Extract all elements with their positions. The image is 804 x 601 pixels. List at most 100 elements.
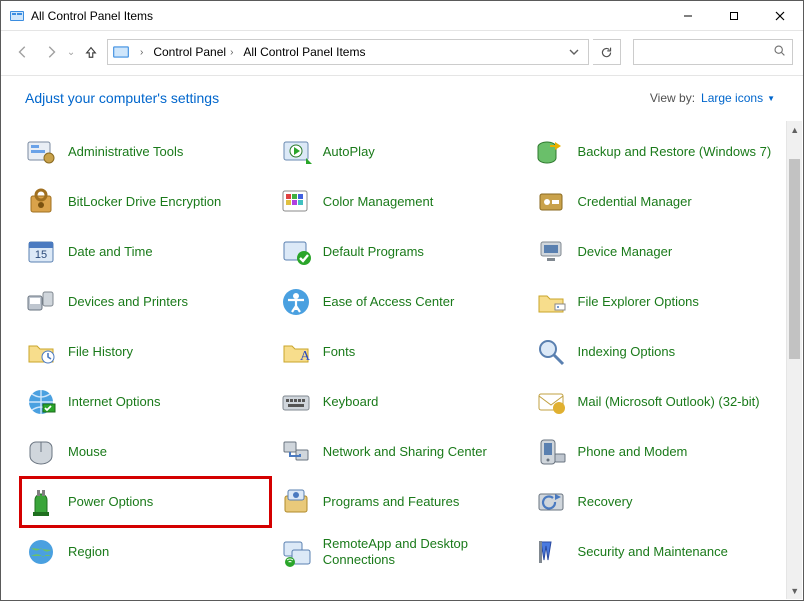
cp-item-file-history[interactable]: File History <box>20 327 271 377</box>
vertical-scrollbar[interactable]: ▲ ▼ <box>786 121 802 599</box>
ease-icon <box>279 285 313 319</box>
bitlocker-icon <box>24 185 58 219</box>
cp-item-default-programs[interactable]: Default Programs <box>275 227 526 277</box>
scroll-up-button[interactable]: ▲ <box>787 121 802 138</box>
network-icon <box>279 435 313 469</box>
header-strip: Adjust your computer's settings View by:… <box>1 76 803 114</box>
viewby-label: View by: <box>650 91 695 105</box>
address-control-panel-icon <box>112 43 130 61</box>
back-button[interactable] <box>11 40 35 64</box>
region-icon <box>24 535 58 569</box>
cp-item-region[interactable]: Region <box>20 527 271 577</box>
scroll-down-button[interactable]: ▼ <box>787 582 802 599</box>
credential-icon <box>534 185 568 219</box>
minimize-button[interactable] <box>665 1 711 31</box>
cp-item-label: Ease of Access Center <box>323 294 455 310</box>
cp-item-label: Color Management <box>323 194 434 210</box>
breadcrumb-sep-0[interactable]: › <box>132 40 147 64</box>
cp-item-file-explorer-options[interactable]: File Explorer Options <box>530 277 781 327</box>
cp-item-label: BitLocker Drive Encryption <box>68 194 221 210</box>
titlebar: All Control Panel Items <box>1 1 803 31</box>
cp-item-credential-manager[interactable]: Credential Manager <box>530 177 781 227</box>
cp-item-label: Keyboard <box>323 394 379 410</box>
up-button[interactable] <box>79 40 103 64</box>
recovery-icon <box>534 485 568 519</box>
backup-icon <box>534 135 568 169</box>
cp-item-label: Security and Maintenance <box>578 544 728 560</box>
cp-item-keyboard[interactable]: Keyboard <box>275 377 526 427</box>
cp-item-recovery[interactable]: Recovery <box>530 477 781 527</box>
phone-icon <box>534 435 568 469</box>
internet-icon <box>24 385 58 419</box>
viewby-value-text: Large icons <box>701 91 763 105</box>
cp-item-fonts[interactable]: AFonts <box>275 327 526 377</box>
cp-item-label: RemoteApp and Desktop Connections <box>323 536 522 569</box>
cp-item-autoplay[interactable]: AutoPlay <box>275 127 526 177</box>
cp-item-ease-of-access-center[interactable]: Ease of Access Center <box>275 277 526 327</box>
cp-item-label: Mail (Microsoft Outlook) (32-bit) <box>578 394 760 410</box>
cp-item-label: Internet Options <box>68 394 161 410</box>
cp-item-security-and-maintenance[interactable]: Security and Maintenance <box>530 527 781 577</box>
cp-item-label: Mouse <box>68 444 107 460</box>
cp-item-label: Default Programs <box>323 244 424 260</box>
breadcrumb-label: Control Panel <box>153 45 226 59</box>
close-button[interactable] <box>757 1 803 31</box>
recent-locations-dropdown[interactable]: ⌄ <box>67 40 75 64</box>
devices-icon <box>24 285 58 319</box>
scroll-thumb[interactable] <box>789 159 800 359</box>
cp-item-device-manager[interactable]: Device Manager <box>530 227 781 277</box>
cp-item-label: Backup and Restore (Windows 7) <box>578 144 772 160</box>
keyboard-icon <box>279 385 313 419</box>
autoplay-icon <box>279 135 313 169</box>
cp-item-label: Indexing Options <box>578 344 676 360</box>
search-icon <box>773 44 786 60</box>
cp-item-administrative-tools[interactable]: Administrative Tools <box>20 127 271 177</box>
cp-item-mail-microsoft-outlook-32-bit[interactable]: Mail (Microsoft Outlook) (32-bit) <box>530 377 781 427</box>
cp-item-backup-and-restore-windows-7[interactable]: Backup and Restore (Windows 7) <box>530 127 781 177</box>
svg-text:A: A <box>300 349 311 364</box>
fonts-icon: A <box>279 335 313 369</box>
cp-item-devices-and-printers[interactable]: Devices and Printers <box>20 277 271 327</box>
address-bar[interactable]: › Control Panel › All Control Panel Item… <box>107 39 589 65</box>
forward-button[interactable] <box>39 40 63 64</box>
cp-item-indexing-options[interactable]: Indexing Options <box>530 327 781 377</box>
cp-item-bitlocker-drive-encryption[interactable]: BitLocker Drive Encryption <box>20 177 271 227</box>
datetime-icon: 15 <box>24 235 58 269</box>
filehist-icon <box>24 335 58 369</box>
mouse-icon <box>24 435 58 469</box>
cp-item-programs-and-features[interactable]: Programs and Features <box>275 477 526 527</box>
nav-row: ⌄ › Control Panel › All Control Panel It… <box>1 31 803 76</box>
cp-item-power-options[interactable]: Power Options <box>20 477 271 527</box>
cp-item-label: Phone and Modem <box>578 444 688 460</box>
content-area: Administrative Tools AutoPlay Backup and R… <box>2 121 802 599</box>
breadcrumb-control-panel[interactable]: Control Panel › <box>149 40 237 64</box>
maximize-button[interactable] <box>711 1 757 31</box>
folderopt-icon <box>534 285 568 319</box>
cp-item-label: Recovery <box>578 494 633 510</box>
cp-item-color-management[interactable]: Color Management <box>275 177 526 227</box>
dropdown-triangle-icon: ▼ <box>767 94 775 103</box>
cp-item-label: Device Manager <box>578 244 673 260</box>
cp-item-mouse[interactable]: Mouse <box>20 427 271 477</box>
window-title: All Control Panel Items <box>31 9 153 23</box>
breadcrumb-all-items[interactable]: All Control Panel Items <box>239 40 369 64</box>
chevron-right-icon: › <box>230 47 233 58</box>
control-panel-icon <box>9 8 25 24</box>
search-input[interactable] <box>633 39 793 65</box>
cp-item-label: File History <box>68 344 133 360</box>
viewby-dropdown[interactable]: Large icons ▼ <box>701 91 775 105</box>
cp-item-internet-options[interactable]: Internet Options <box>20 377 271 427</box>
cp-item-label: Programs and Features <box>323 494 460 510</box>
cp-item-network-and-sharing-center[interactable]: Network and Sharing Center <box>275 427 526 477</box>
cp-item-label: File Explorer Options <box>578 294 699 310</box>
cp-item-date-and-time[interactable]: 15Date and Time <box>20 227 271 277</box>
cp-item-label: AutoPlay <box>323 144 375 160</box>
security-icon <box>534 535 568 569</box>
address-history-dropdown[interactable] <box>562 40 586 64</box>
cp-item-remoteapp-and-desktop-connections[interactable]: RemoteApp and Desktop Connections <box>275 527 526 577</box>
cp-item-phone-and-modem[interactable]: Phone and Modem <box>530 427 781 477</box>
refresh-button[interactable] <box>593 39 621 65</box>
devmgr-icon <box>534 235 568 269</box>
cp-item-label: Network and Sharing Center <box>323 444 487 460</box>
svg-text:15: 15 <box>35 249 47 261</box>
